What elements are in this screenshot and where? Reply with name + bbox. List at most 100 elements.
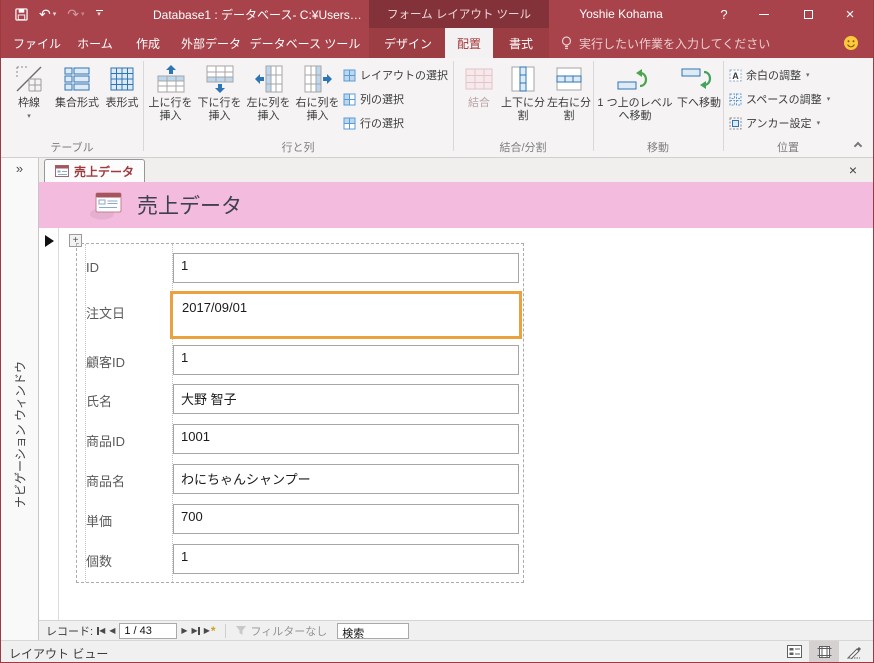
- help-button[interactable]: ?: [713, 0, 735, 28]
- adjust-spacing-button[interactable]: スペースの調整 ▾: [729, 88, 830, 110]
- insert-column-left-button[interactable]: 左に列を挿入: [245, 61, 292, 123]
- tell-me-box[interactable]: 実行したい作業を入力してください: [561, 28, 770, 58]
- select-row-button[interactable]: 行の選択: [343, 112, 404, 134]
- document-area: 売上データ × 売上データ + ID 1 注文日 2017/09/01 顧客ID…: [39, 158, 873, 640]
- ribbon-group-table: 枠線 ▾ 集合形式 表形式 テーブル: [3, 58, 141, 158]
- nav-pane-vertical-label: ナビゲーション ウィンドウ: [13, 360, 27, 509]
- record-selector-column[interactable]: [39, 228, 59, 620]
- group-label-merge-split: 結合/分割: [499, 142, 547, 154]
- field-value-product-name[interactable]: わにちゃんシャンプー: [173, 464, 519, 494]
- chevron-up-icon: [853, 141, 863, 151]
- field-value-customer-id[interactable]: 1: [173, 345, 519, 375]
- previous-record-button[interactable]: ◀: [109, 626, 115, 635]
- field-label-order-date[interactable]: 注文日: [86, 303, 125, 322]
- tab-external-data[interactable]: 外部データ: [173, 28, 249, 58]
- stacked-layout-button[interactable]: 集合形式: [51, 61, 103, 110]
- field-value-product-id[interactable]: 1001: [173, 424, 519, 454]
- select-layout-button[interactable]: レイアウトの選択: [343, 64, 448, 86]
- field-label-customer-id[interactable]: 顧客ID: [86, 352, 125, 371]
- field-label-quantity[interactable]: 個数: [86, 551, 112, 570]
- insert-row-above-button[interactable]: 上に行を挿入: [147, 61, 194, 123]
- redo-button: ↷ ▾: [67, 6, 85, 22]
- last-record-button[interactable]: ▶: [192, 626, 200, 635]
- minimize-button[interactable]: [749, 0, 779, 28]
- field-label-product-id[interactable]: 商品ID: [86, 431, 125, 450]
- maximize-button[interactable]: [793, 0, 823, 28]
- insert-row-below-button[interactable]: 下に行を挿入: [196, 61, 243, 123]
- tabular-layout-button[interactable]: 表形式: [103, 61, 141, 110]
- layout-view-button[interactable]: [809, 641, 839, 662]
- search-input[interactable]: 検索: [337, 622, 410, 640]
- field-value-quantity[interactable]: 1: [173, 544, 519, 574]
- merge-icon: [464, 61, 494, 97]
- close-document-button[interactable]: ×: [843, 160, 863, 180]
- filter-status-label[interactable]: フィルターなし: [251, 623, 328, 639]
- close-window-button[interactable]: ×: [835, 0, 865, 28]
- feedback-smiley-icon[interactable]: [843, 35, 859, 51]
- tab-design[interactable]: デザイン: [375, 28, 441, 58]
- record-position-box[interactable]: 1 / 43: [119, 622, 178, 639]
- insert-row-below-label: 下に行を挿入: [197, 97, 242, 122]
- form-header-icon: [89, 191, 123, 220]
- split-vertically-button[interactable]: 上下に分割: [501, 61, 545, 123]
- document-tab-bar: 売上データ ×: [39, 158, 873, 182]
- select-layout-label: レイアウトの選択: [360, 70, 448, 82]
- tab-home[interactable]: ホーム: [69, 28, 121, 58]
- adjust-margins-button[interactable]: A 余白の調整 ▾: [729, 64, 810, 86]
- first-record-button[interactable]: ◀: [97, 626, 105, 635]
- group-separator: [143, 61, 144, 151]
- tab-format[interactable]: 書式: [497, 28, 545, 58]
- insert-row-above-icon: [156, 61, 186, 97]
- document-tab-label: 売上データ: [74, 164, 135, 179]
- field-label-name[interactable]: 氏名: [86, 391, 112, 410]
- new-record-button[interactable]: ▶ *: [204, 625, 216, 637]
- tab-file[interactable]: ファイル: [9, 28, 65, 58]
- split-horizontally-icon: [555, 61, 583, 97]
- move-up-level-button[interactable]: 1 つ上のレベルへ移動: [595, 61, 675, 123]
- ribbon-group-rows-columns: 上に行を挿入 下に行を挿入 左に列を挿入 右に列を挿入 レイアウトの選択 列の選…: [145, 58, 451, 158]
- next-record-button[interactable]: ▶: [181, 626, 187, 635]
- gridlines-button[interactable]: 枠線 ▾: [9, 61, 49, 123]
- move-down-icon: [680, 61, 718, 97]
- field-value-name[interactable]: 大野 智子: [173, 384, 519, 414]
- field-value-id[interactable]: 1: [173, 253, 519, 283]
- ribbon-group-position: A 余白の調整 ▾ スペースの調整 ▾ アンカー設定 ▾ 位置: [725, 58, 851, 158]
- customize-qat-button[interactable]: ▾: [95, 10, 103, 18]
- field-label-unit-price[interactable]: 単価: [86, 511, 112, 530]
- insert-column-left-icon: [254, 61, 284, 97]
- split-horizontally-button[interactable]: 左右に分割: [547, 61, 591, 123]
- account-user-name[interactable]: Yoshie Kohama: [561, 0, 681, 28]
- tab-database-tools[interactable]: データベース ツール: [250, 28, 361, 58]
- record-nav-label: レコード:: [46, 625, 94, 638]
- title-bar: ↶ ▾ ↷ ▾ ▾ Database1 : データベース- C:¥Users… フォ…: [1, 0, 873, 28]
- anchor-settings-button[interactable]: アンカー設定 ▾: [729, 112, 820, 134]
- ribbon-tab-row: ファイル ホーム 作成 外部データ データベース ツール デザイン 配置 書式 …: [1, 28, 873, 58]
- field-value-order-date[interactable]: 2017/09/01: [170, 291, 522, 339]
- move-down-button[interactable]: 下へ移動: [677, 61, 721, 110]
- form-view-button[interactable]: [779, 641, 809, 662]
- view-switcher: [779, 641, 869, 662]
- insert-column-right-button[interactable]: 右に列を挿入: [294, 61, 341, 123]
- ribbon: 枠線 ▾ 集合形式 表形式 テーブル 上に行を挿入 下に行を挿入 左に列を挿入 …: [1, 58, 873, 158]
- save-button[interactable]: [15, 7, 28, 21]
- expand-nav-pane-button[interactable]: »: [1, 161, 38, 176]
- select-column-button[interactable]: 列の選択: [343, 88, 404, 110]
- document-tab-sales-data[interactable]: 売上データ: [44, 159, 146, 182]
- redo-dropdown-icon: ▾: [80, 10, 85, 18]
- undo-dropdown-icon[interactable]: ▾: [53, 11, 57, 18]
- navigation-pane-collapsed[interactable]: » ナビゲーション ウィンドウ: [1, 158, 39, 640]
- field-label-product-name[interactable]: 商品名: [86, 471, 125, 490]
- anchor-settings-label: アンカー設定: [746, 118, 812, 130]
- move-down-label: 下へ移動: [677, 97, 721, 109]
- collapse-ribbon-button[interactable]: [853, 141, 863, 151]
- tab-arrange[interactable]: 配置: [445, 28, 493, 58]
- field-value-unit-price[interactable]: 700: [173, 504, 519, 534]
- field-label-id[interactable]: ID: [86, 260, 99, 275]
- tab-create[interactable]: 作成: [125, 28, 171, 58]
- select-column-icon: [343, 93, 356, 105]
- insert-row-above-label: 上に行を挿入: [148, 97, 193, 122]
- design-view-button[interactable]: [839, 641, 869, 662]
- minimize-icon: [759, 13, 769, 15]
- save-icon: [15, 7, 28, 21]
- undo-button[interactable]: ↶ ▾: [39, 7, 56, 21]
